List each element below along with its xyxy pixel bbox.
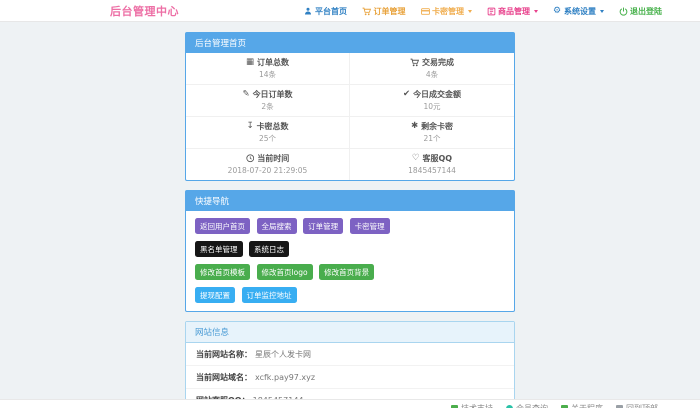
clock-icon: [246, 154, 255, 163]
stat-value: 4条: [352, 69, 512, 80]
nav-item-system-settings[interactable]: ⚙ 系统设置: [553, 6, 604, 17]
edit-home-logo-button[interactable]: 修改首页logo: [257, 264, 313, 280]
stat-today-amount: ✔今日成交金额 10元: [350, 84, 514, 116]
nav-item-label: 卡密管理: [432, 6, 464, 17]
stat-current-time: 当前时间 2018-07-20 21:29:05: [186, 148, 350, 180]
footer-link-back-to-top[interactable]: 回到顶部: [616, 403, 658, 408]
stats-grid: ▦订单总数 14条 交易完成 4条 ✎今日订单数 2条 ✔今日成交金额 10元 …: [186, 53, 514, 180]
quick-nav-row-green: 修改首页模板 修改首页logo 修改首页背景: [195, 264, 505, 280]
stat-label: 交易完成: [422, 56, 454, 69]
navbar: 后台管理中心 平台首页 订单管理 卡密管理: [0, 0, 700, 22]
logout-icon: [619, 7, 628, 16]
stat-value: 10元: [352, 101, 512, 112]
stat-service-qq: ♡客服QQ 1845457144: [350, 148, 514, 180]
quick-nav-row-purple: 返回用户首页 全局搜索 订单管理 卡密管理: [195, 218, 505, 234]
app-title: 后台管理中心: [110, 3, 179, 19]
nav-item-card-manage[interactable]: 卡密管理: [421, 6, 472, 17]
global-search-button[interactable]: 全局搜索: [257, 218, 297, 234]
goods-icon: [487, 7, 496, 16]
check-icon: ✔: [403, 88, 410, 101]
stat-value: 1845457144: [352, 165, 512, 176]
download-icon: ↧: [246, 120, 253, 133]
stat-remaining-cards: ✱剩余卡密 21个: [350, 116, 514, 148]
card-icon: [421, 7, 430, 16]
nav-item-order-manage[interactable]: 订单管理: [362, 6, 406, 17]
site-domain-row: 当前网站域名： xcfk.pay97.xyz: [186, 365, 514, 388]
nav-item-goods-manage[interactable]: 商品管理: [487, 6, 538, 17]
stat-label: 剩余卡密: [421, 120, 453, 133]
cart-icon: [410, 58, 419, 67]
card-manage-button[interactable]: 卡密管理: [350, 218, 390, 234]
chevron-down-icon: [600, 10, 604, 13]
footer-link-member-query[interactable]: 会员查询: [506, 403, 548, 408]
stat-total-orders: ▦订单总数 14条: [186, 53, 350, 84]
stat-label: 今日成交金额: [413, 88, 461, 101]
gear-icon: ⚙: [553, 7, 562, 16]
stat-label: 当前时间: [257, 152, 289, 165]
site-name-value: 星辰个人发卡网: [255, 349, 311, 360]
withdraw-config-button[interactable]: 提现配置: [195, 287, 235, 303]
cart-icon: [362, 7, 371, 16]
grid-icon: ▦: [246, 56, 254, 69]
order-monitor-url-button[interactable]: 订单监控地址: [242, 287, 297, 303]
nav-item-label: 订单管理: [374, 6, 406, 17]
site-info-panel-title: 网站信息: [186, 322, 514, 343]
quick-nav-row-black: 黑名单管理 系统日志: [195, 241, 505, 257]
stat-value: 2条: [188, 101, 347, 112]
asterisk-icon: ✱: [411, 120, 418, 133]
nav-menu: 平台首页 订单管理 卡密管理 商品管理: [304, 6, 663, 17]
stat-total-cards: ↧ 卡密总数 25个: [186, 116, 350, 148]
pencil-icon: ✎: [242, 88, 249, 101]
user-home-button[interactable]: 返回用户首页: [195, 218, 250, 234]
chevron-down-icon: [534, 10, 538, 13]
quick-nav-row-blue: 提现配置 订单监控地址: [195, 287, 505, 303]
stat-value: 2018-07-20 21:29:05: [188, 165, 347, 176]
nav-item-platform-home[interactable]: 平台首页: [304, 6, 348, 17]
stat-value: 21个: [352, 133, 512, 144]
stat-label: 今日订单数: [253, 88, 293, 101]
stat-today-orders: ✎ 今日订单数 2条: [186, 84, 350, 116]
site-domain-label: 当前网站域名：: [196, 372, 252, 383]
edit-home-template-button[interactable]: 修改首页模板: [195, 264, 250, 280]
stat-completed-trades: 交易完成 4条: [350, 53, 514, 84]
stat-label: 订单总数: [257, 56, 289, 69]
stat-label: 卡密总数: [257, 120, 289, 133]
nav-item-label: 商品管理: [498, 6, 530, 17]
site-info-panel: 网站信息 当前网站名称： 星辰个人发卡网 当前网站域名： xcfk.pay97.…: [185, 321, 515, 408]
nav-item-label: 平台首页: [315, 6, 347, 17]
blacklist-manage-button[interactable]: 黑名单管理: [195, 241, 243, 257]
site-domain-value: xcfk.pay97.xyz: [255, 373, 315, 382]
site-name-label: 当前网站名称：: [196, 349, 252, 360]
system-log-button[interactable]: 系统日志: [249, 241, 289, 257]
user-icon: [304, 7, 313, 16]
quick-nav-panel-title: 快捷导航: [186, 191, 514, 211]
footer-link-about[interactable]: 关于程序: [561, 403, 603, 408]
nav-item-label: 退出登陆: [630, 6, 662, 17]
footer-link-support[interactable]: 技术支持: [451, 403, 493, 408]
heart-icon: ♡: [412, 152, 420, 165]
stat-value: 25个: [188, 133, 347, 144]
order-manage-button[interactable]: 订单管理: [303, 218, 343, 234]
footer-bar: 技术支持 会员查询 关于程序 回到顶部: [0, 399, 700, 408]
dashboard-panel: 后台管理首页 ▦订单总数 14条 交易完成 4条 ✎ 今日订单数 2条 ✔今日成交…: [185, 32, 515, 181]
quick-nav-panel: 快捷导航 返回用户首页 全局搜索 订单管理 卡密管理 黑名单管理 系统日志 修改…: [185, 190, 515, 312]
stat-value: 14条: [188, 69, 347, 80]
site-name-row: 当前网站名称： 星辰个人发卡网: [186, 343, 514, 365]
nav-item-logout[interactable]: 退出登陆: [619, 6, 663, 17]
chevron-down-icon: [468, 10, 472, 13]
dashboard-panel-title: 后台管理首页: [186, 33, 514, 53]
stat-label: 客服QQ: [423, 152, 453, 165]
edit-home-background-button[interactable]: 修改首页背景: [319, 264, 374, 280]
nav-item-label: 系统设置: [564, 6, 596, 17]
